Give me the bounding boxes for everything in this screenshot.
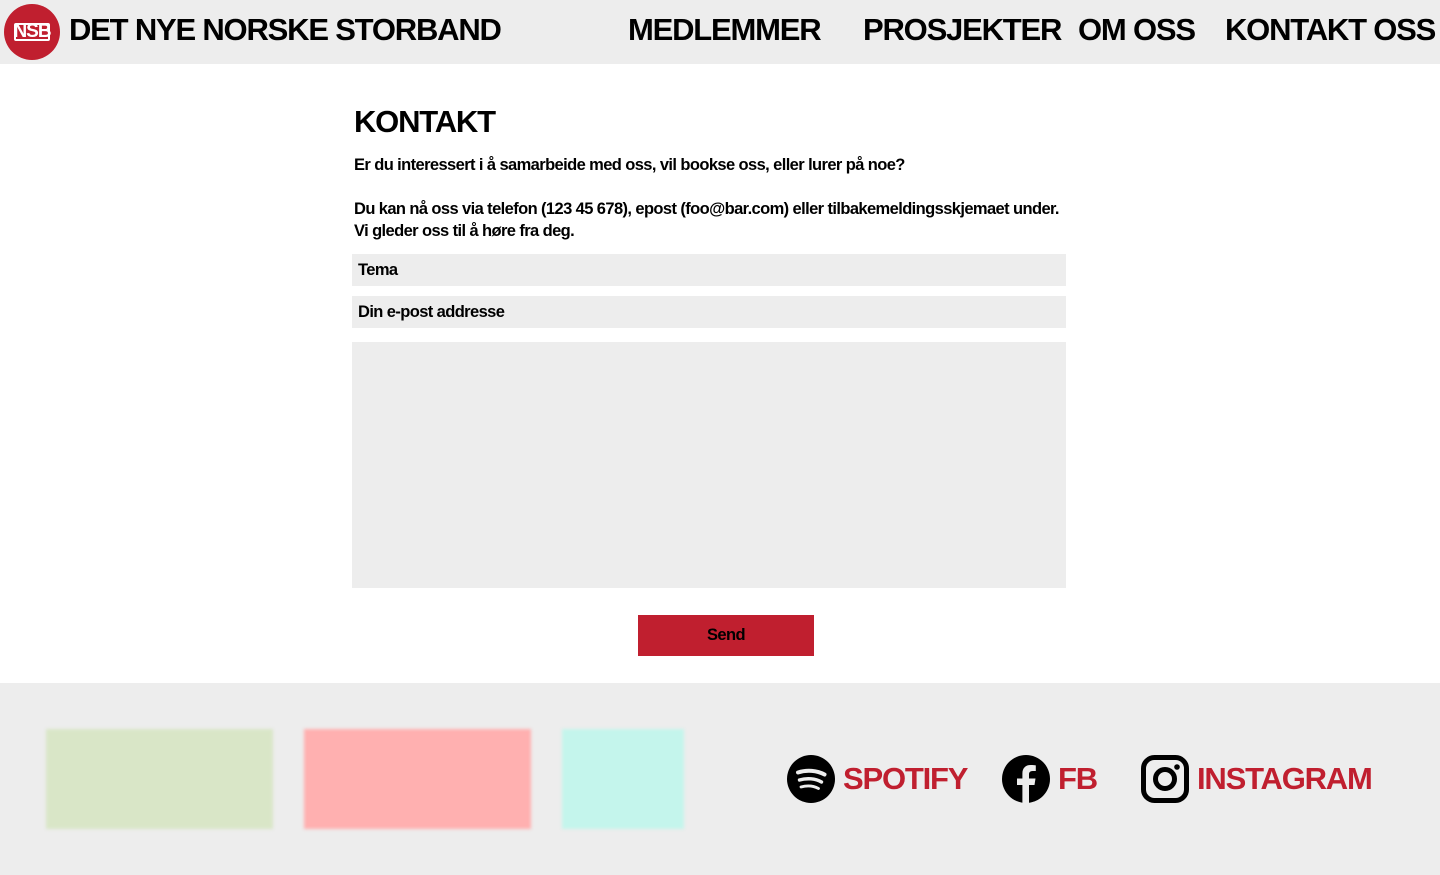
contact-intro: Er du interessert i å samarbeide med oss… bbox=[354, 156, 905, 174]
spotify-label: SPOTIFY bbox=[843, 761, 968, 796]
spotify-link[interactable]: SPOTIFY bbox=[787, 755, 968, 803]
instagram-icon bbox=[1141, 755, 1189, 803]
sponsor-logo-1 bbox=[46, 729, 273, 829]
page-title: KONTAKT bbox=[354, 104, 496, 139]
topic-input[interactable] bbox=[352, 254, 1066, 286]
nav-prosjekter[interactable]: PROSJEKTER bbox=[863, 12, 1062, 48]
facebook-icon bbox=[1002, 755, 1050, 803]
site-footer: SPOTIFY FB INSTAGRAM bbox=[0, 683, 1440, 875]
brand-name[interactable]: DET NYE NORSKE STORBAND bbox=[69, 12, 502, 48]
facebook-label: FB bbox=[1058, 761, 1098, 796]
nav-om-oss[interactable]: OM OSS bbox=[1078, 12, 1196, 48]
instagram-label: INSTAGRAM bbox=[1197, 761, 1373, 796]
contact-details: Du kan nå oss via telefon (123 45 678), … bbox=[354, 200, 1060, 240]
sponsor-logo-2 bbox=[304, 729, 531, 829]
nav-kontakt-oss[interactable]: KONTAKT OSS bbox=[1225, 12, 1436, 48]
message-textarea[interactable] bbox=[352, 342, 1066, 588]
band-logo[interactable]: NSB bbox=[4, 4, 60, 60]
site-header: NSB DET NYE NORSKE STORBAND MEDLEMMER PR… bbox=[0, 0, 1440, 64]
sponsor-logo-3 bbox=[562, 729, 684, 829]
spotify-icon bbox=[787, 755, 835, 803]
send-button[interactable]: Send bbox=[638, 615, 814, 656]
logo-text: NSB bbox=[13, 21, 51, 42]
facebook-link[interactable]: FB bbox=[1002, 755, 1098, 803]
email-input[interactable] bbox=[352, 296, 1066, 328]
instagram-link[interactable]: INSTAGRAM bbox=[1141, 755, 1373, 803]
nav-medlemmer[interactable]: MEDLEMMER bbox=[628, 12, 822, 48]
